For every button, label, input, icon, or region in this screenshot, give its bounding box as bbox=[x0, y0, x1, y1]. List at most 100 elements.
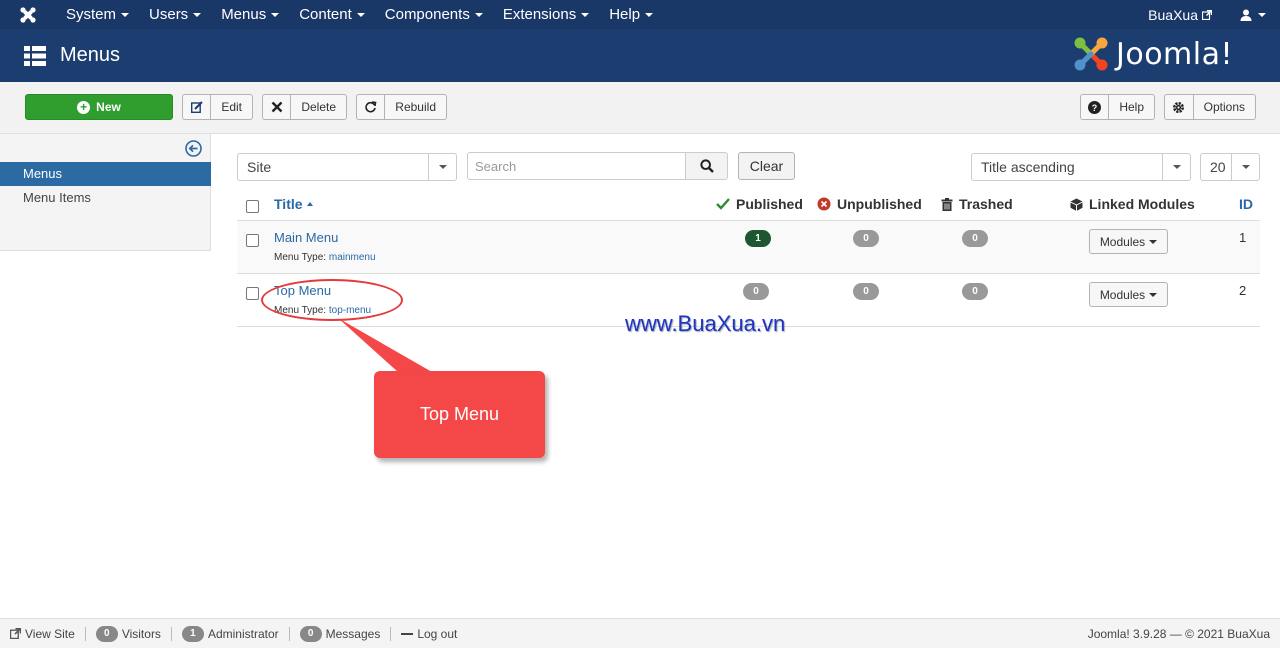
table-row: Main Menu Menu Type: mainmenu 1 0 0 Modu… bbox=[237, 221, 1260, 274]
table-header: Title Published Unpublished Trashed Link… bbox=[237, 188, 1260, 221]
rebuild-button[interactable]: Rebuild bbox=[356, 94, 447, 120]
top-navbar: System Users Menus Content Components Ex… bbox=[0, 0, 1280, 29]
modules-dropdown-button[interactable]: Modules bbox=[1089, 282, 1168, 307]
caret-down-icon bbox=[193, 12, 202, 17]
question-icon: ? bbox=[1081, 95, 1110, 119]
list-grid-icon bbox=[24, 45, 46, 66]
page-header: Menus Joomla! bbox=[0, 29, 1280, 82]
plus-icon: + bbox=[77, 100, 91, 114]
administrator-status[interactable]: 1 Administrator bbox=[172, 625, 290, 642]
joomla-brand-icon bbox=[1074, 37, 1108, 71]
published-header: Published bbox=[716, 196, 803, 212]
check-icon bbox=[716, 198, 730, 210]
logout-link[interactable]: Log out bbox=[391, 627, 467, 641]
user-icon bbox=[1240, 9, 1252, 21]
collapse-sidebar-icon[interactable] bbox=[185, 140, 202, 157]
cube-icon bbox=[1070, 198, 1083, 211]
minus-icon bbox=[401, 632, 414, 635]
menu-system[interactable]: System bbox=[56, 0, 139, 29]
title-sort-header[interactable]: Title bbox=[274, 196, 313, 212]
search-input[interactable] bbox=[467, 152, 687, 180]
ordering-select[interactable]: Title ascending bbox=[971, 153, 1191, 181]
row-checkbox[interactable] bbox=[246, 234, 259, 247]
callout-label: Top Menu bbox=[374, 371, 545, 458]
top-menu: System Users Menus Content Components Ex… bbox=[56, 0, 663, 29]
modules-dropdown-button[interactable]: Modules bbox=[1089, 229, 1168, 254]
menu-extensions[interactable]: Extensions bbox=[493, 0, 599, 29]
svg-text:?: ? bbox=[1092, 103, 1098, 113]
joomla-logo-icon[interactable] bbox=[0, 0, 56, 29]
sort-asc-icon bbox=[306, 202, 313, 206]
published-count-badge[interactable]: 1 bbox=[745, 230, 771, 247]
caret-down-icon bbox=[645, 12, 654, 17]
chevron-down-icon bbox=[1162, 154, 1190, 180]
row-checkbox[interactable] bbox=[246, 287, 259, 300]
caret-down-icon bbox=[271, 12, 280, 17]
menu-components[interactable]: Components bbox=[375, 0, 493, 29]
edit-icon bbox=[183, 95, 212, 119]
sidebar-item-menu-items[interactable]: Menu Items bbox=[0, 186, 211, 210]
limit-select[interactable]: 20 bbox=[1200, 153, 1260, 181]
chevron-down-icon bbox=[1231, 154, 1259, 180]
menu-users[interactable]: Users bbox=[139, 0, 211, 29]
clear-button[interactable]: Clear bbox=[738, 152, 795, 180]
unpublished-icon bbox=[817, 197, 831, 211]
messages-status[interactable]: 0 Messages bbox=[290, 625, 392, 642]
new-button[interactable]: + New bbox=[25, 94, 173, 120]
gear-icon bbox=[1165, 95, 1194, 119]
caret-down-icon bbox=[474, 12, 483, 17]
menu-help[interactable]: Help bbox=[599, 0, 663, 29]
trashed-count-badge[interactable]: 0 bbox=[962, 230, 988, 247]
menu-title-link[interactable]: Main Menu bbox=[274, 230, 338, 245]
messages-count-badge: 0 bbox=[299, 625, 322, 642]
caret-down-icon bbox=[1149, 292, 1158, 297]
search-button[interactable] bbox=[686, 152, 728, 180]
visitors-status[interactable]: 0 Visitors bbox=[86, 625, 172, 642]
caret-down-icon bbox=[1149, 239, 1158, 244]
copyright: Joomla! 3.9.28 — © 2021 BuaXua bbox=[1087, 626, 1270, 641]
linked-modules-header: Linked Modules bbox=[1070, 196, 1195, 212]
trashed-header: Trashed bbox=[941, 196, 1013, 212]
unpublished-header: Unpublished bbox=[817, 196, 922, 212]
admin-count-badge: 1 bbox=[181, 625, 204, 642]
menu-content[interactable]: Content bbox=[289, 0, 375, 29]
caret-down-icon bbox=[1258, 12, 1266, 17]
id-sort-header[interactable]: ID bbox=[1239, 196, 1253, 212]
row-id: 2 bbox=[1239, 283, 1247, 298]
published-count-badge[interactable]: 0 bbox=[743, 283, 769, 300]
toolbar: + New Edit Delete Rebuild ? Help Options bbox=[0, 82, 1280, 134]
trashed-count-badge[interactable]: 0 bbox=[962, 283, 988, 300]
row-id: 1 bbox=[1239, 230, 1247, 245]
client-select[interactable]: Site bbox=[237, 153, 457, 181]
refresh-icon bbox=[357, 95, 386, 119]
search-icon bbox=[699, 159, 714, 173]
external-link-icon bbox=[1202, 9, 1212, 20]
select-all-checkbox[interactable] bbox=[246, 200, 259, 213]
menu-type-link[interactable]: mainmenu bbox=[329, 252, 376, 263]
chevron-down-icon bbox=[428, 154, 456, 180]
unpublished-count-badge[interactable]: 0 bbox=[853, 283, 879, 300]
unpublished-count-badge[interactable]: 0 bbox=[853, 230, 879, 247]
caret-down-icon bbox=[121, 12, 130, 17]
view-site-link[interactable]: View Site bbox=[0, 626, 86, 641]
sidebar-item-menus[interactable]: Menus bbox=[0, 162, 211, 186]
menu-type: Menu Type: mainmenu bbox=[274, 252, 376, 263]
visitors-count-badge: 0 bbox=[95, 625, 118, 642]
watermark: www.BuaXua.vn bbox=[625, 311, 786, 336]
user-menu[interactable] bbox=[1222, 9, 1280, 21]
menu-menus[interactable]: Menus bbox=[211, 0, 289, 29]
help-button[interactable]: ? Help bbox=[1080, 94, 1155, 120]
status-footer: View Site 0 Visitors 1 Administrator 0 M… bbox=[0, 618, 1280, 648]
joomla-brand: Joomla! bbox=[1072, 35, 1233, 73]
page-title: Menus bbox=[60, 44, 121, 66]
caret-down-icon bbox=[356, 12, 365, 17]
search-group bbox=[467, 152, 728, 180]
options-button[interactable]: Options bbox=[1164, 94, 1256, 120]
edit-button[interactable]: Edit bbox=[182, 94, 253, 120]
highlight-ellipse bbox=[261, 279, 403, 321]
close-icon bbox=[263, 95, 292, 119]
delete-button[interactable]: Delete bbox=[262, 94, 347, 120]
caret-down-icon bbox=[581, 12, 590, 17]
site-link[interactable]: BuaXua bbox=[1138, 7, 1222, 23]
external-link-icon bbox=[10, 628, 21, 639]
